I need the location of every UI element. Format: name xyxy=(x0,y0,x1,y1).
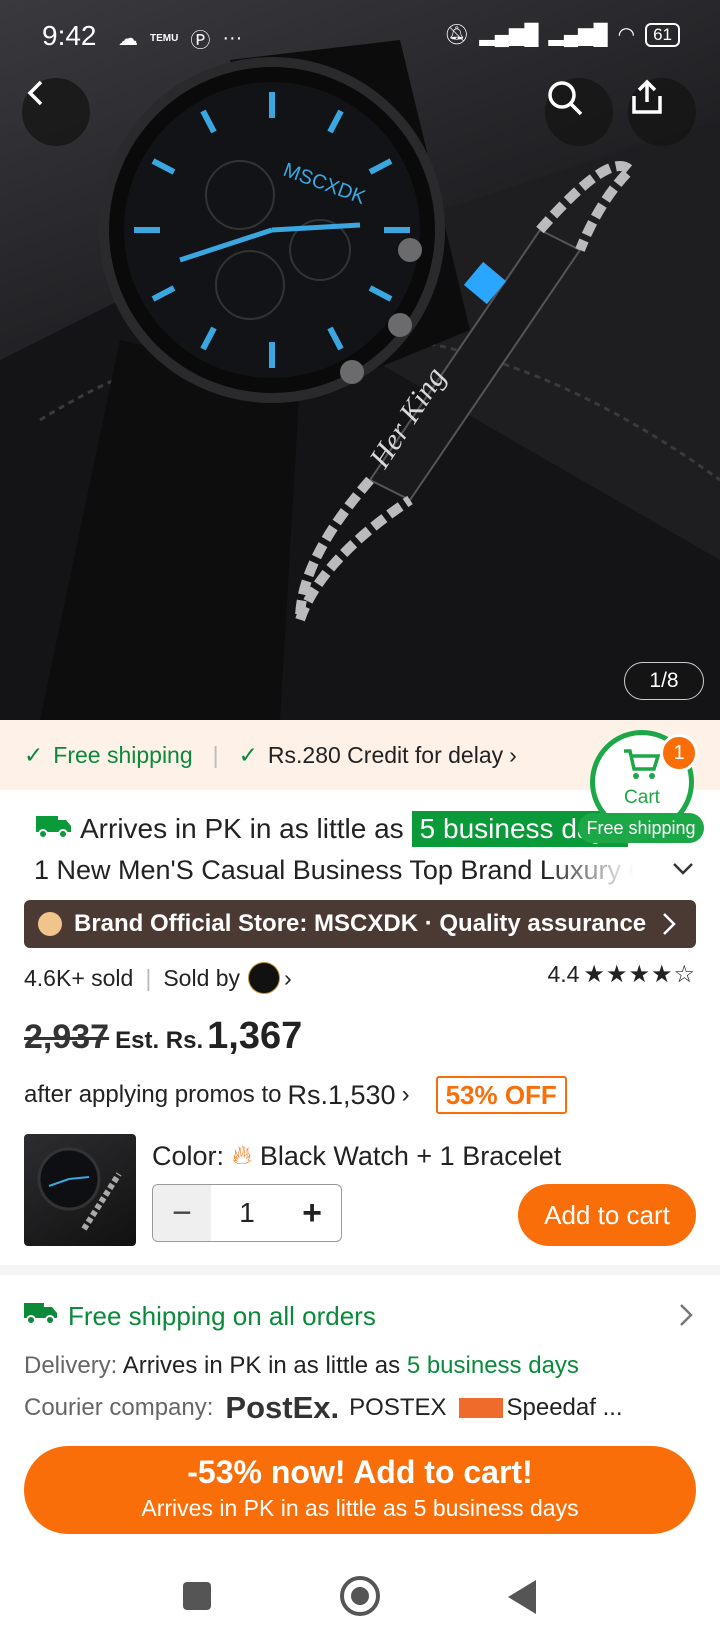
color-value: Black Watch + 1 Bracelet xyxy=(259,1140,562,1171)
sold-count: 4.6K+ sold xyxy=(24,964,134,991)
shipping-title: Free shipping on all orders xyxy=(68,1300,376,1331)
status-time: 9:42 xyxy=(42,20,97,51)
recent-apps-icon[interactable] xyxy=(183,1582,211,1610)
section-divider xyxy=(0,1265,720,1275)
cloud-icon: ☁ xyxy=(118,28,138,50)
cart-count-badge: 1 xyxy=(660,734,698,772)
arrival-text: Arrives in PK in as little as xyxy=(80,813,404,844)
original-price: 2,937 xyxy=(24,1018,110,1056)
chevron-right-icon xyxy=(663,913,676,935)
color-label: Color: xyxy=(152,1140,225,1171)
search-icon xyxy=(548,81,583,116)
chevron-down-icon[interactable] xyxy=(670,856,696,882)
delivery-text: Arrives in PK in as little as xyxy=(122,1352,401,1379)
shipping-info-row[interactable]: Free shipping on all orders xyxy=(24,1296,696,1336)
bottom-add-to-cart-button[interactable]: -53% now! Add to cart! Arrives in PK in … xyxy=(24,1446,696,1534)
promo-price: Rs.1,530 xyxy=(287,1079,396,1110)
signal-icon: ▂▄▆█ xyxy=(548,24,608,46)
variant-thumbnail[interactable] xyxy=(24,1134,136,1246)
status-bar: 9:42 ☁ TEMU Ⓟ ··· 🔕︎ ▂▄▆█ ▂▄▆█ ◠ 61 xyxy=(0,0,720,78)
back-button[interactable] xyxy=(22,78,90,146)
share-icon xyxy=(632,79,662,114)
check-icon: ✓ xyxy=(24,741,44,768)
courier-label: Courier company: xyxy=(24,1394,214,1421)
check-icon: ✓ xyxy=(238,741,258,768)
brand-store-banner[interactable]: Brand Official Store: MSCXDK · Quality a… xyxy=(24,900,696,948)
brand-store-text: Brand Official Store: MSCXDK · Quality a… xyxy=(74,910,647,937)
star-rating-icon: ★★★★☆ xyxy=(583,961,696,988)
delivery-label: Delivery: xyxy=(24,1352,118,1379)
credit-delay-label: Rs.280 Credit for delay xyxy=(267,741,504,768)
courier-name: Speedaf ... xyxy=(506,1394,623,1421)
back-triangle-icon[interactable] xyxy=(508,1580,536,1614)
chevron-right-icon xyxy=(680,1304,693,1326)
postex-logo: PostEx. xyxy=(225,1390,340,1425)
image-counter: 1/8 xyxy=(624,662,704,700)
rating-value: 4.4 xyxy=(547,961,580,987)
sale-price: 1,367 xyxy=(207,1015,303,1057)
sales-row: 4.6K+ sold | Sold by › 4.4 ★★★★☆ xyxy=(24,960,696,996)
delivery-highlight: 5 business days xyxy=(406,1352,579,1379)
delivery-info: Delivery: Arrives in PK in as little as … xyxy=(24,1352,579,1380)
signal-icon: ▂▄▆█ xyxy=(479,24,539,46)
quantity-stepper[interactable]: − 1 + xyxy=(152,1184,342,1242)
cta-subline: Arrives in PK in as little as 5 business… xyxy=(141,1495,579,1521)
chevron-right-icon: › xyxy=(401,1081,410,1108)
system-nav-bar xyxy=(0,1560,720,1640)
cart-icon xyxy=(624,749,661,779)
temu-icon: TEMU xyxy=(150,33,179,44)
verified-badge-icon xyxy=(38,912,62,936)
add-to-cart-button[interactable]: Add to cart xyxy=(518,1184,696,1246)
cart-free-shipping-tag: Free shipping xyxy=(578,813,704,843)
increase-quantity-button[interactable]: + xyxy=(283,1185,341,1241)
promo-text: after applying promos to xyxy=(24,1081,282,1108)
more-dots-icon: ··· xyxy=(222,27,243,49)
free-shipping-label: Free shipping xyxy=(53,741,193,768)
cta-headline: -53% now! Add to cart! xyxy=(187,1454,533,1490)
rating[interactable]: 4.4 ★★★★☆ xyxy=(547,960,696,989)
quantity-value[interactable]: 1 xyxy=(211,1185,283,1241)
cart-label: Cart xyxy=(624,787,660,808)
hot-flame-icon: 🔥︎ xyxy=(232,1140,252,1170)
truck-icon xyxy=(36,812,72,847)
wifi-icon: ◠ xyxy=(617,24,636,46)
share-button[interactable] xyxy=(628,78,696,146)
product-title[interactable]: 1 New Men'S Casual Business Top Brand Lu… xyxy=(34,851,634,889)
divider: | xyxy=(212,741,219,768)
search-button[interactable] xyxy=(545,78,613,146)
chevron-right-icon: › xyxy=(509,741,517,768)
sold-by-label[interactable]: Sold by xyxy=(163,965,240,992)
chevron-left-icon xyxy=(27,80,43,106)
promo-row[interactable]: after applying promos to Rs.1,530 › 53% … xyxy=(24,1075,567,1115)
pinterest-icon: Ⓟ xyxy=(190,30,211,52)
courier-info: Courier company: PostEx. POSTEX Speedaf … xyxy=(24,1390,623,1426)
chevron-right-icon[interactable]: › xyxy=(284,965,292,992)
price-row: 2,937 Est. Rs. 1,367 xyxy=(24,1015,302,1065)
discount-badge: 53% OFF xyxy=(435,1076,567,1114)
speedaf-logo xyxy=(458,1398,503,1418)
home-icon[interactable] xyxy=(340,1576,380,1616)
seller-logo[interactable] xyxy=(248,962,281,994)
truck-icon xyxy=(24,1300,58,1333)
decrease-quantity-button[interactable]: − xyxy=(153,1185,211,1241)
battery-icon: 61 xyxy=(645,22,680,47)
mute-icon: 🔕︎ xyxy=(444,24,470,46)
divider: | xyxy=(145,964,152,991)
est-label: Est. Rs. xyxy=(115,1027,204,1054)
courier-name: POSTEX xyxy=(349,1394,447,1421)
product-image-carousel[interactable]: MSCXDK Her King 9:42 ☁ TEMU Ⓟ ··· 🔕︎ ▂▄▆… xyxy=(0,0,720,720)
color-selector[interactable]: Color: 🔥︎ Black Watch + 1 Bracelet xyxy=(152,1140,561,1172)
